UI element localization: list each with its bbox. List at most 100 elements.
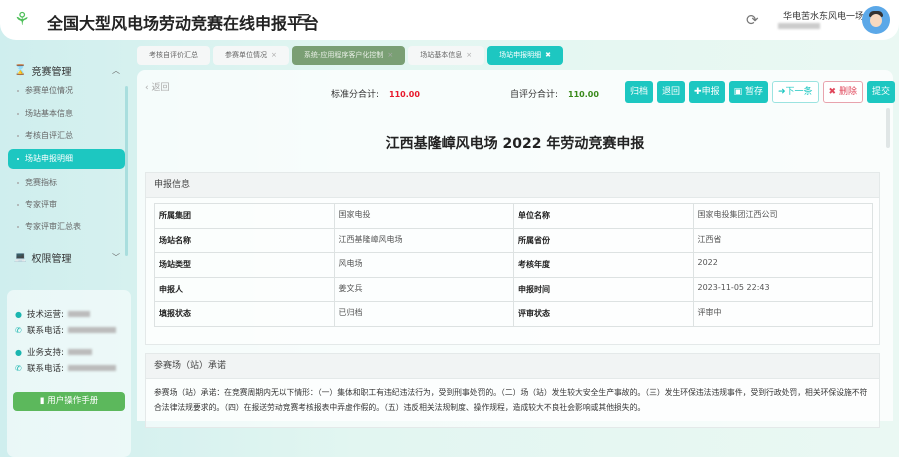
pledge-text: 参赛场（站）承诺：在竞赛周期内无以下情形：（一）集体和职工有违纪违法行为，受到刑… [154, 388, 868, 412]
app-title: 全国大型风电场劳动竞赛在线申报平台 [47, 14, 320, 33]
tab-label: 场站申报明细 [499, 51, 542, 59]
blurred-phone [67, 365, 116, 371]
table-row: 场站名称 江西基隆嶂风电场 所属省份 江西省 [154, 227, 873, 253]
phone-label: 联系电话: [27, 326, 64, 336]
tab-station-info[interactable]: 场站基本信息 × [408, 46, 485, 65]
return-button[interactable]: 退回 [657, 81, 686, 103]
user-icon: ● [15, 309, 22, 319]
action-toolbar: 归档 退回 ✚申报 ▣ 暂存 ➜下一条 ✖ 删除 提交 [625, 81, 895, 103]
hourglass-icon: ⌛ [14, 65, 27, 76]
close-icon[interactable]: × [271, 51, 277, 59]
standard-score-value: 110.00 [389, 90, 420, 99]
sidebar-item-expert-review[interactable]: 专家评审 [8, 195, 125, 215]
field-label: 场站类型 [154, 252, 335, 278]
standard-score-label: 标准分合计: [331, 90, 380, 100]
close-icon[interactable]: × [387, 51, 393, 59]
blurred-name [67, 349, 92, 355]
menu-collapse-icon[interactable]: ☰ [297, 11, 310, 29]
tab-station-declare[interactable]: 场站申报明细 ✖ [487, 46, 564, 65]
content-panel: ‹ 返回 标准分合计: 110.00 自评分合计: 110.00 归档 退回 ✚申报… [137, 70, 895, 428]
self-score-label: 自评分合计: [510, 90, 559, 100]
contact-card: ● 技术运营: ✆ 联系电话: ● 业务支持: ✆ 联系电话: ▮ 用户操作手册 [7, 290, 131, 457]
user-name: 华电苦水东风电一场 [783, 12, 865, 22]
field-value: 江西省 [692, 227, 873, 253]
sidebar-item-units[interactable]: 参赛单位情况 [8, 81, 125, 101]
table-row: 场站类型 风电场 考核年度 2022 [154, 252, 873, 278]
user-manual-button[interactable]: ▮ 用户操作手册 [13, 392, 125, 411]
submit-button[interactable]: 提交 [866, 81, 895, 103]
field-label: 申报时间 [513, 276, 694, 302]
sidebar-scrollbar[interactable] [125, 86, 128, 256]
pledge-section: 参赛场（站）承诺 参赛场（站）承诺：在竞赛周期内无以下情形：（一）集体和职工有违… [145, 353, 880, 428]
sidebar-item-expert-summary[interactable]: 专家评审汇总表 [8, 217, 125, 237]
tech-label: 技术运营: [27, 310, 64, 320]
save-label: 暂存 [744, 87, 763, 97]
sidebar-item-station-info[interactable]: 场站基本信息 [8, 104, 125, 124]
tab-units[interactable]: 参赛单位情况 × [213, 46, 289, 65]
field-label: 所属集团 [154, 203, 335, 229]
tab-self-eval[interactable]: 考核自评价汇总 [137, 46, 210, 65]
laptop-icon: 💻 [14, 252, 27, 263]
field-value: 姜文兵 [333, 276, 514, 302]
field-label: 申报人 [154, 276, 335, 302]
section-header: 申报信息 [146, 173, 879, 198]
delete-button[interactable]: ✖ 删除 [822, 81, 863, 103]
declare-info-section: 申报信息 所属集团 国家电投 单位名称 国家电投集团江西公司 场站名称 江西基隆嶂风电场所… [145, 172, 880, 345]
field-value: 江西基隆嶂风电场 [333, 227, 514, 253]
field-value: 国家电投集团江西公司 [692, 203, 873, 229]
field-label: 单位名称 [513, 203, 694, 229]
field-value: 风电场 [333, 252, 514, 278]
save-draft-button[interactable]: ▣ 暂存 [728, 81, 768, 103]
biz-label: 业务支持: [27, 348, 64, 358]
close-icon[interactable]: × [466, 51, 472, 59]
chevron-up-icon[interactable]: ︿ [112, 65, 120, 76]
section-header: 参赛场（站）承诺 [146, 354, 879, 379]
user-account-blurred [778, 23, 820, 29]
tab-bar: 考核自评价汇总 参赛单位情况 × 系统-应用程序客户化控制 × 场站基本信息 × 场站… [137, 46, 564, 65]
phone-icon: ✆ [15, 363, 22, 373]
blurred-name [67, 311, 90, 317]
field-value: 国家电投 [333, 203, 514, 229]
sidebar-group-permissions[interactable]: 💻 权限管理 [14, 250, 71, 265]
field-label: 场站名称 [154, 227, 335, 253]
phone-label: 联系电话: [27, 364, 64, 374]
table-row: 填报状态 已归档 评审状态 评审中 [154, 301, 873, 327]
back-label: 返回 [151, 83, 170, 93]
archive-button[interactable]: 归档 [625, 81, 654, 103]
next-label: 下一条 [785, 87, 813, 97]
avatar[interactable] [862, 6, 890, 34]
self-score-value: 110.00 [568, 90, 599, 99]
tab-system-app[interactable]: 系统-应用程序客户化控制 × [291, 46, 406, 65]
field-label: 填报状态 [154, 301, 335, 327]
declare-label: 申报 [701, 87, 720, 97]
delete-label: 删除 [838, 87, 857, 97]
blurred-phone [67, 327, 116, 333]
standard-score: 标准分合计: 110.00 [331, 87, 420, 100]
field-label: 评审状态 [513, 301, 694, 327]
user-icon: ● [15, 347, 22, 357]
table-row: 申报人 姜文兵 申报时间 2023-11-05 22:43 [154, 276, 873, 302]
field-value: 评审中 [692, 301, 873, 327]
sidebar-item-station-declare[interactable]: 场站申报明细 [8, 149, 125, 169]
declare-button[interactable]: ✚申报 [689, 81, 725, 103]
tab-label: 参赛单位情况 [225, 51, 267, 59]
tab-label: 考核自评价汇总 [149, 51, 198, 59]
table-row: 所属集团 国家电投 单位名称 国家电投集团江西公司 [154, 203, 873, 229]
field-value: 2022 [692, 252, 873, 278]
sidebar-group-competition[interactable]: ⌛ 竞赛管理 [14, 63, 71, 78]
tab-label: 系统-应用程序客户化控制 [303, 51, 384, 59]
back-link[interactable]: ‹ 返回 [145, 80, 169, 93]
arrow-right-icon: ➜ [777, 87, 786, 97]
plus-icon: ✚ [694, 87, 702, 97]
field-value: 2023-11-05 22:43 [692, 276, 873, 302]
save-icon: ▣ [733, 87, 745, 97]
chevron-down-icon[interactable]: ﹀ [112, 252, 120, 263]
close-icon[interactable]: ✖ [545, 51, 551, 59]
close-icon: ✖ [828, 87, 839, 97]
phone-icon: ✆ [15, 325, 22, 335]
sidebar-item-self-eval[interactable]: 考核自评汇总 [8, 126, 125, 146]
declare-info-table: 所属集团 国家电投 单位名称 国家电投集团江西公司 场站名称 江西基隆嶂风电场 所属省份 江西… [154, 203, 873, 327]
sidebar-item-indicators[interactable]: 竞赛指标 [8, 173, 125, 193]
refresh-icon[interactable]: ⟳ [746, 11, 759, 29]
next-button[interactable]: ➜下一条 [771, 81, 819, 103]
